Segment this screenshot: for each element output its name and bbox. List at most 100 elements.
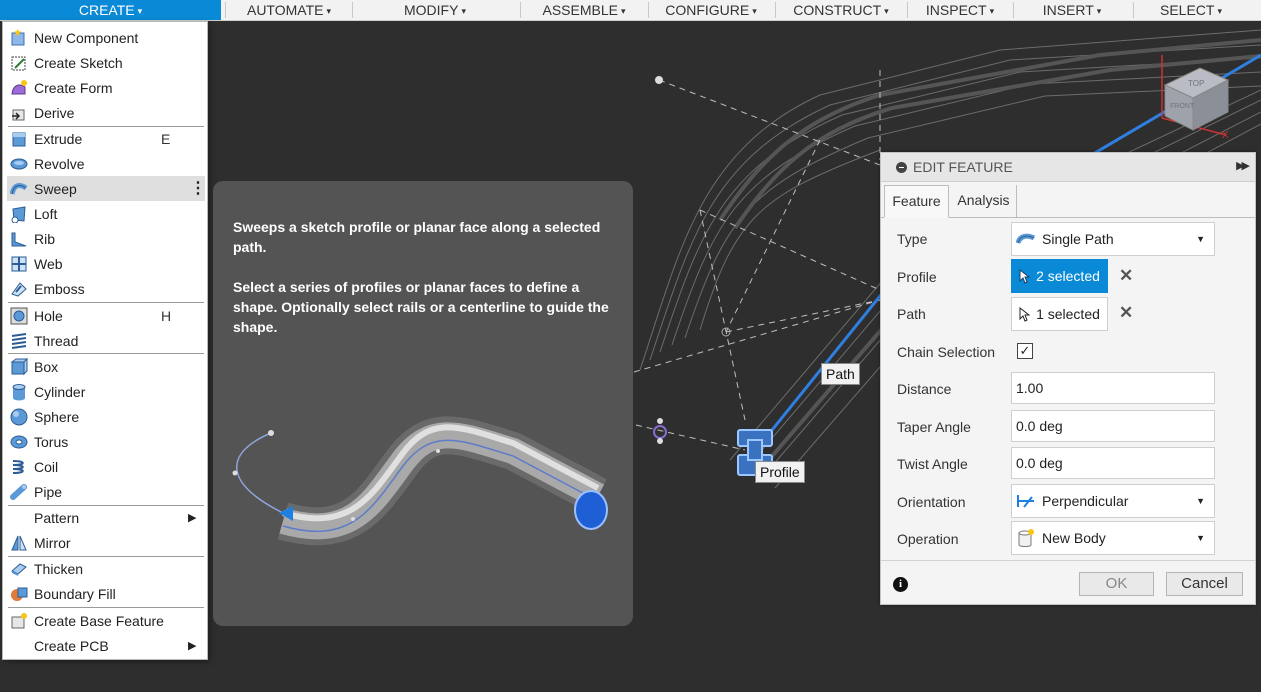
- toolbar-divider: [1133, 2, 1134, 18]
- chevron-down-icon: ▾: [1217, 6, 1222, 16]
- new-body-icon: [1016, 528, 1036, 548]
- type-dropdown[interactable]: Single Path ▼: [1011, 222, 1215, 256]
- toolbar-automate[interactable]: AUTOMATE ▾: [230, 0, 348, 20]
- operation-dropdown[interactable]: New Body ▼: [1011, 521, 1215, 555]
- menu-item-emboss[interactable]: Emboss: [7, 276, 205, 301]
- clear-path-icon[interactable]: ✕: [1119, 303, 1133, 323]
- rib-icon: [10, 230, 28, 248]
- toolbar-assemble-label: ASSEMBLE: [542, 2, 618, 18]
- menu-item-derive[interactable]: Derive: [7, 100, 205, 125]
- twist-angle-input[interactable]: 0.0 deg: [1011, 447, 1215, 479]
- menu-item-label: Extrude: [34, 130, 83, 147]
- chevron-down-icon: ▾: [461, 6, 466, 16]
- toolbar-divider: [907, 2, 908, 18]
- chevron-down-icon: ▾: [1096, 6, 1102, 16]
- ok-button[interactable]: OK: [1079, 572, 1154, 596]
- menu-item-box[interactable]: Box: [7, 354, 205, 379]
- menu-item-coil[interactable]: Coil: [7, 454, 205, 479]
- shortcut-key: E: [161, 130, 171, 147]
- coil-icon: [10, 458, 28, 476]
- menu-item-label: Create Form: [34, 79, 113, 96]
- menu-item-label: Sweep: [34, 180, 77, 197]
- thicken-icon: [10, 560, 28, 578]
- toolbar-divider: [225, 2, 226, 18]
- menu-item-create-form[interactable]: Create Form: [7, 75, 205, 100]
- tab-analysis[interactable]: Analysis: [951, 185, 1017, 218]
- toolbar-modify[interactable]: MODIFY ▾: [355, 0, 515, 20]
- distance-label: Distance: [897, 381, 952, 397]
- create-dropdown-menu: New Component Create Sketch Create Form …: [2, 21, 208, 660]
- menu-item-label: Pipe: [34, 483, 63, 500]
- toolbar-assemble[interactable]: ASSEMBLE ▾: [523, 0, 645, 20]
- panel-title: EDIT FEATURE: [913, 159, 1013, 175]
- menu-item-boundary-fill[interactable]: Boundary Fill: [7, 581, 205, 606]
- collapse-icon[interactable]: [896, 162, 907, 173]
- sketch-point[interactable]: [655, 76, 663, 84]
- menu-item-sweep[interactable]: Sweep ⋮: [7, 176, 206, 201]
- toolbar-divider: [520, 2, 521, 18]
- new-component-icon: [10, 28, 28, 47]
- taper-angle-label: Taper Angle: [897, 419, 971, 435]
- mirror-icon: [10, 534, 28, 552]
- menu-icon-placeholder: [10, 509, 28, 527]
- menu-item-hole[interactable]: Hole H: [7, 303, 205, 328]
- menu-item-loft[interactable]: Loft: [7, 201, 205, 226]
- chevron-down-icon: ▾: [137, 6, 143, 16]
- cylinder-icon: [10, 383, 28, 401]
- path-label: Path: [821, 363, 860, 385]
- menu-item-label: Torus: [34, 433, 69, 450]
- toolbar-select[interactable]: SELECT ▾: [1136, 0, 1246, 20]
- menu-item-thicken[interactable]: Thicken: [7, 556, 205, 581]
- menu-item-pipe[interactable]: Pipe: [7, 479, 205, 504]
- menu-item-mirror[interactable]: Mirror: [7, 530, 205, 555]
- menu-item-label: Revolve: [34, 155, 85, 172]
- view-cube[interactable]: TOP FRONT X: [1161, 55, 1230, 141]
- axis-x-label: X: [1222, 130, 1229, 141]
- path-label: Path: [897, 306, 926, 322]
- menu-item-label: Mirror: [34, 534, 71, 551]
- taper-angle-input[interactable]: 0.0 deg: [1011, 410, 1215, 442]
- menu-item-rib[interactable]: Rib: [7, 226, 205, 251]
- menu-item-revolve[interactable]: Revolve: [7, 151, 205, 176]
- operation-label: Operation: [897, 531, 959, 547]
- menu-item-label: New Component: [34, 29, 139, 46]
- menu-item-torus[interactable]: Torus: [7, 429, 205, 454]
- menu-item-thread[interactable]: Thread: [7, 328, 205, 353]
- emboss-icon: [10, 280, 28, 298]
- menu-item-cylinder[interactable]: Cylinder: [7, 379, 205, 404]
- menu-item-create-pcb[interactable]: Create PCB ▶: [7, 633, 205, 658]
- expand-panel-icon[interactable]: ▶▶: [1236, 159, 1250, 172]
- toolbar-construct[interactable]: CONSTRUCT ▾: [778, 0, 904, 20]
- profile-select-button[interactable]: 2 selected: [1011, 259, 1108, 293]
- menu-item-new-component[interactable]: New Component: [7, 25, 205, 50]
- info-icon[interactable]: i: [893, 577, 908, 592]
- thread-icon: [10, 332, 28, 350]
- toolbar-divider: [648, 2, 649, 18]
- distance-input[interactable]: 1.00: [1011, 372, 1215, 404]
- toolbar-create[interactable]: CREATE ▾: [0, 0, 221, 20]
- chevron-down-icon: ▼: [1196, 496, 1205, 506]
- cancel-button[interactable]: Cancel: [1166, 572, 1243, 596]
- toolbar-insert[interactable]: INSERT ▾: [1016, 0, 1128, 20]
- menu-item-label: Create PCB: [34, 637, 109, 654]
- menu-item-sphere[interactable]: Sphere: [7, 404, 205, 429]
- toolbar-configure[interactable]: CONFIGURE ▾: [651, 0, 771, 20]
- menu-item-create-base-feature[interactable]: Create Base Feature: [7, 608, 205, 633]
- menu-item-pattern[interactable]: Pattern ▶: [7, 505, 205, 530]
- menu-item-extrude[interactable]: Extrude E: [7, 126, 205, 151]
- menu-item-web[interactable]: Web: [7, 251, 205, 276]
- path-select-button[interactable]: 1 selected: [1011, 297, 1108, 331]
- single-path-icon: [1016, 232, 1036, 246]
- chevron-down-icon: ▾: [752, 6, 757, 16]
- shortcut-key: H: [161, 307, 172, 324]
- more-options-icon[interactable]: ⋮: [190, 180, 206, 196]
- menu-item-create-sketch[interactable]: Create Sketch: [7, 50, 205, 75]
- clear-profile-icon[interactable]: ✕: [1119, 266, 1133, 286]
- menu-item-label: Derive: [34, 104, 75, 121]
- toolbar-inspect[interactable]: INSPECT ▾: [910, 0, 1010, 20]
- menu-icon-placeholder: [10, 637, 28, 655]
- tab-feature[interactable]: Feature: [884, 185, 949, 218]
- menu-item-label: Boundary Fill: [34, 585, 116, 602]
- orientation-dropdown[interactable]: Perpendicular ▼: [1011, 484, 1215, 518]
- chain-selection-checkbox[interactable]: ✓: [1017, 343, 1033, 359]
